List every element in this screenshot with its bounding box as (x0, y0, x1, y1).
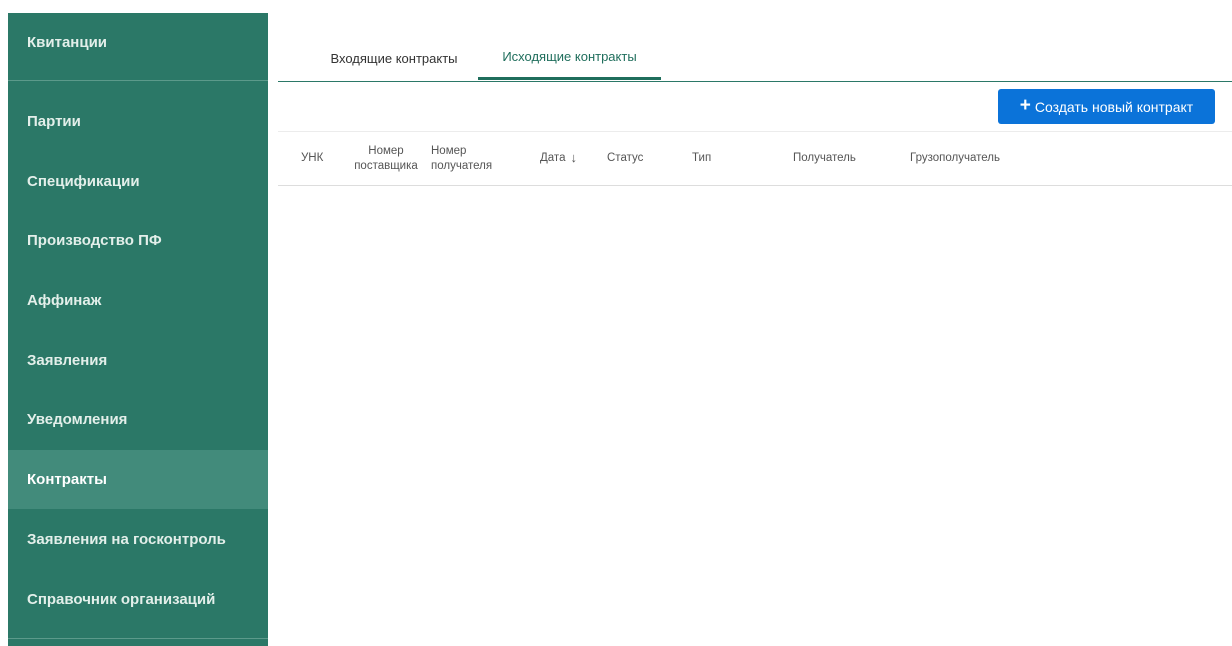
column-header-label: Грузополучатель (910, 152, 1000, 165)
column-header-type[interactable]: Тип (692, 132, 752, 185)
column-header-line: Номер (431, 145, 467, 158)
sidebar-item-label: Партии (27, 112, 81, 130)
contracts-table-header: УНК Номер поставщика Номер получателя Да… (278, 132, 1232, 186)
sidebar-item-label: Уведомления (27, 410, 128, 428)
tab-label: Исходящие контракты (502, 49, 637, 64)
sidebar-item-label: Производство ПФ (27, 231, 162, 249)
column-header-label: Тип (692, 152, 712, 165)
sidebar-item-batches[interactable]: Партии (8, 92, 268, 150)
sidebar-item-receipts[interactable]: Квитанции (8, 13, 268, 71)
tab-incoming-contracts[interactable]: Входящие контракты (309, 36, 479, 80)
sidebar-item-label: Спецификации (27, 172, 140, 190)
column-header-label: УНК (301, 152, 324, 165)
contracts-table-body (278, 186, 1232, 646)
column-header-line: поставщика (354, 159, 418, 172)
sidebar-item-label: Квитанции (27, 33, 108, 51)
sidebar-item-applications[interactable]: Заявления (8, 331, 268, 389)
sidebar-divider (8, 638, 268, 639)
create-contract-label: Создать новый контракт (1034, 98, 1194, 115)
column-header-line: Номер (368, 145, 404, 158)
sidebar-item-label: Справочник организаций (27, 590, 216, 608)
tab-outgoing-contracts[interactable]: Исходящие контракты (478, 36, 661, 80)
column-header-unk[interactable]: УНК (301, 132, 331, 185)
column-header-recipient[interactable]: Получатель (793, 132, 883, 185)
app-root: Квитанции Партии Спецификации Производст… (0, 0, 1232, 646)
create-contract-button[interactable]: + Создать новый контракт (998, 89, 1215, 124)
column-header-recipient-number[interactable]: Номер получателя (431, 132, 511, 185)
sidebar-item-label: Аффинаж (27, 291, 102, 309)
tab-label: Входящие контракты (330, 50, 458, 66)
sort-descending-icon: ↓ (570, 150, 577, 166)
column-header-consignee[interactable]: Грузополучатель (910, 132, 1030, 185)
sidebar-item-production[interactable]: Производство ПФ (8, 211, 268, 269)
sidebar-item-specifications[interactable]: Спецификации (8, 152, 268, 210)
column-header-line: получателя (431, 159, 493, 172)
column-header-label: Дата (540, 152, 566, 165)
plus-icon: + (1019, 95, 1031, 116)
sidebar: Квитанции Партии Спецификации Производст… (8, 13, 268, 646)
sidebar-item-organizations[interactable]: Справочник организаций (8, 570, 268, 628)
sidebar-item-refining[interactable]: Аффинаж (8, 271, 268, 329)
contract-tabs: Входящие контракты Исходящие контракты (278, 36, 1232, 82)
column-header-date[interactable]: Дата ↓ (540, 132, 600, 185)
sidebar-item-state-control[interactable]: Заявления на госконтроль (8, 510, 268, 568)
column-header-label: Номер поставщика (354, 144, 418, 173)
sidebar-divider (8, 80, 268, 81)
sidebar-item-label: Заявления на госконтроль (27, 530, 226, 548)
column-header-supplier-number[interactable]: Номер поставщика (340, 132, 432, 185)
sidebar-item-label: Заявления (27, 351, 108, 369)
column-header-status[interactable]: Статус (607, 132, 667, 185)
column-header-label: Статус (607, 152, 644, 165)
sidebar-item-notifications[interactable]: Уведомления (8, 390, 268, 448)
sidebar-item-contracts[interactable]: Контракты (8, 450, 268, 509)
column-header-label: Номер получателя (431, 144, 492, 173)
column-header-label: Получатель (793, 152, 856, 165)
sidebar-item-label: Контракты (27, 471, 107, 488)
